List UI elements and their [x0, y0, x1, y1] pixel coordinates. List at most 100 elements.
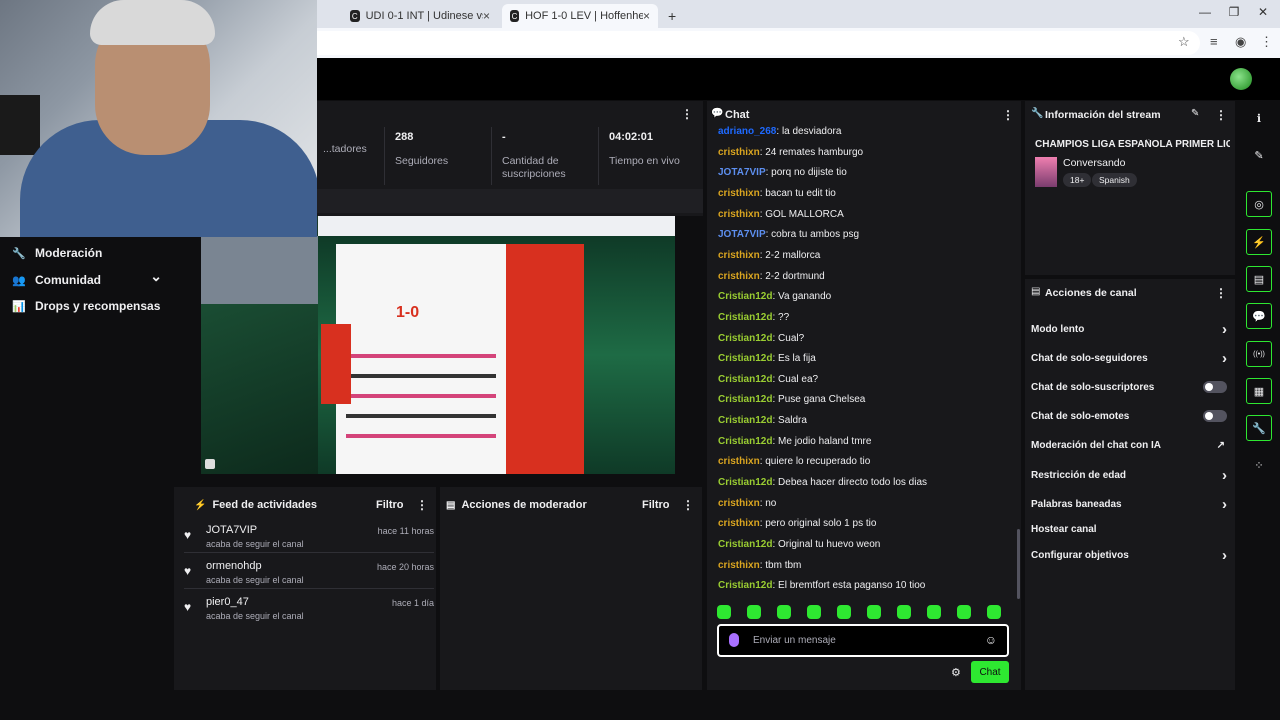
filter-button[interactable]: Filtro	[642, 499, 670, 511]
bookmark-star-icon[interactable]: ☆	[1178, 34, 1190, 50]
channel-action-item[interactable]: Chat de solo-suscriptores	[1031, 377, 1227, 397]
lightning-icon[interactable]: ⚡	[1246, 229, 1272, 255]
chat-username[interactable]: Cristian12d	[718, 539, 772, 550]
chat-username[interactable]: cristhixn	[718, 518, 760, 529]
emote-icon[interactable]	[987, 605, 1001, 619]
left-nav-community[interactable]: 👥 Comunidad ⌄	[12, 268, 162, 290]
chat-username[interactable]: Cristian12d	[718, 291, 772, 302]
emote-icon[interactable]	[807, 605, 821, 619]
chat-username[interactable]: JOTA7VIP	[718, 167, 766, 178]
chat-bubble-icon[interactable]: 💬	[1246, 303, 1272, 329]
more-options-icon[interactable]: ⋮	[1215, 108, 1227, 122]
emote-icon[interactable]	[927, 605, 941, 619]
emote-icon[interactable]	[897, 605, 911, 619]
channel-action-item[interactable]: Chat de solo-seguidores ›	[1031, 348, 1227, 368]
chat-username[interactable]: cristhixn	[718, 147, 760, 158]
chat-message: cristhixn: 2-2 mallorca	[718, 250, 820, 261]
chat-username[interactable]: Cristian12d	[718, 353, 772, 364]
left-nav-moderation[interactable]: 🔧 Moderación	[12, 243, 102, 263]
emote-icon[interactable]	[837, 605, 851, 619]
channel-action-item[interactable]: Configurar objetivos ›	[1031, 545, 1227, 565]
channel-action-item[interactable]: Moderación del chat con IA ↗	[1031, 435, 1227, 455]
channel-action-item[interactable]: Restricción de edad ›	[1031, 465, 1227, 485]
toggle-switch[interactable]	[1203, 410, 1227, 422]
chat-scrollbar[interactable]	[1017, 529, 1020, 599]
dots-cluster-icon[interactable]: ⁘	[1246, 452, 1272, 478]
channel-action-item[interactable]: Modo lento ›	[1031, 319, 1227, 339]
microphone-icon[interactable]	[729, 633, 739, 647]
chat-username[interactable]: Cristian12d	[718, 415, 772, 426]
emote-icon[interactable]	[867, 605, 881, 619]
avatar[interactable]	[1230, 68, 1252, 90]
chat-send-button[interactable]: Chat	[971, 661, 1009, 683]
list-item[interactable]: ♥ pier0_47 acaba de seguir el canal hace…	[184, 596, 434, 628]
category-name[interactable]: Conversando	[1063, 157, 1125, 169]
video-score: 1-0	[396, 304, 420, 321]
omnibox[interactable]	[300, 31, 1200, 55]
chat-username[interactable]: cristhixn	[718, 250, 760, 261]
left-nav-drops[interactable]: 📊 Drops y recompensas	[12, 296, 160, 316]
chat-username[interactable]: cristhixn	[718, 560, 760, 571]
more-options-icon[interactable]: ⋮	[1002, 108, 1014, 122]
chat-username[interactable]: Cristian12d	[718, 477, 772, 488]
gear-icon[interactable]: ⚙	[951, 666, 961, 679]
emote-icon[interactable]	[777, 605, 791, 619]
browser-menu-icon[interactable]: ⋮	[1260, 34, 1273, 50]
channel-action-item[interactable]: Chat de solo-emotes	[1031, 406, 1227, 426]
checkbox[interactable]	[205, 459, 215, 469]
chat-message-input[interactable]: Enviar un mensaje ☺	[717, 624, 1009, 657]
close-icon[interactable]: ×	[643, 9, 650, 23]
emote-picker-icon[interactable]: ☺	[985, 633, 997, 647]
chat-text: quiere lo recuperado tio	[765, 456, 871, 468]
more-options-icon[interactable]: ⋮	[681, 107, 693, 121]
channel-action-item[interactable]: Hostear canal	[1031, 519, 1227, 539]
chat-username[interactable]: cristhixn	[718, 209, 760, 220]
focus-icon[interactable]: ◎	[1246, 191, 1272, 217]
pencil-icon[interactable]: ✎	[1191, 108, 1199, 119]
chat-username[interactable]: adriano_268	[718, 126, 776, 137]
more-options-icon[interactable]: ⋮	[682, 498, 694, 512]
chat-username[interactable]: cristhixn	[718, 498, 760, 509]
chat-username[interactable]: Cristian12d	[718, 312, 772, 323]
feed-action: acaba de seguir el canal	[206, 575, 304, 585]
video-stat-bar	[346, 374, 496, 378]
chat-username[interactable]: Cristian12d	[718, 580, 772, 591]
emote-icon[interactable]	[957, 605, 971, 619]
chat-username[interactable]: cristhixn	[718, 188, 760, 199]
chat-username[interactable]: JOTA7VIP	[718, 229, 766, 240]
wrench-icon[interactable]: 🔧	[1246, 415, 1272, 441]
media-queue-icon[interactable]: ≡	[1210, 34, 1218, 49]
server-icon[interactable]: ▦	[1246, 378, 1272, 404]
chat-text: bacan tu edit tio	[765, 187, 836, 199]
more-options-icon[interactable]: ⋮	[416, 498, 428, 512]
broadcast-icon[interactable]: ((•))	[1246, 341, 1272, 367]
minimize-button[interactable]: —	[1190, 5, 1220, 19]
chat-username[interactable]: cristhixn	[718, 271, 760, 282]
restore-button[interactable]: ❐	[1219, 5, 1249, 19]
chat-username[interactable]: Cristian12d	[718, 374, 772, 385]
chat-username[interactable]: Cristian12d	[718, 333, 772, 344]
profile-icon[interactable]: ◉	[1235, 34, 1246, 50]
filter-button[interactable]: Filtro	[376, 499, 404, 511]
stream-video-preview[interactable]: 1-0	[201, 216, 675, 474]
browser-tab-hoffenheim[interactable]: C HOF 1-0 LEV | Hoffenheim vs B ×	[502, 4, 658, 28]
chat-username[interactable]: cristhixn	[718, 456, 760, 467]
close-icon[interactable]: ×	[483, 9, 490, 23]
emote-icon[interactable]	[717, 605, 731, 619]
tag-pill[interactable]: Spanish	[1092, 173, 1137, 187]
chat-message: Cristian12d: Va ganando	[718, 291, 831, 302]
document-icon[interactable]: ▤	[1246, 266, 1272, 292]
more-options-icon[interactable]: ⋮	[1215, 286, 1227, 300]
emote-icon[interactable]	[747, 605, 761, 619]
chat-username[interactable]: Cristian12d	[718, 436, 772, 447]
window-close-button[interactable]: ✕	[1248, 5, 1278, 19]
chat-username[interactable]: Cristian12d	[718, 394, 772, 405]
video-webcam-inset	[201, 236, 319, 304]
tag-pill[interactable]: 18+	[1063, 173, 1092, 187]
pencil-icon[interactable]: ✎	[1246, 142, 1272, 168]
info-icon[interactable]: ℹ	[1246, 105, 1272, 131]
channel-action-item[interactable]: Palabras baneadas ›	[1031, 494, 1227, 514]
new-tab-button[interactable]: +	[660, 4, 684, 28]
toggle-switch[interactable]	[1203, 381, 1227, 393]
browser-tab-udinese[interactable]: C UDI 0-1 INT | Udinese vs Inter ×	[342, 4, 498, 28]
